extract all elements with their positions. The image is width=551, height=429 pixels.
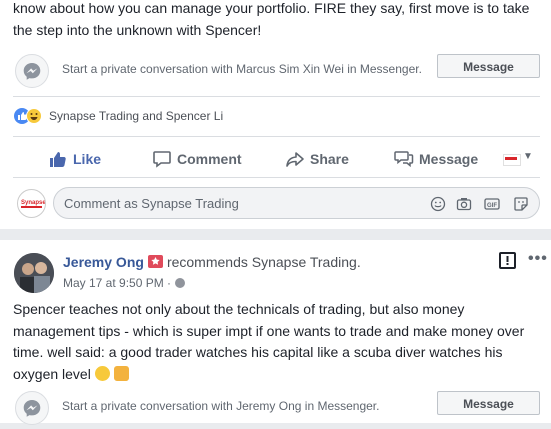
recommendation-badge-icon (147, 255, 163, 268)
messenger-prompt-row: Start a private conversation with Marcus… (13, 53, 540, 88)
gif-icon[interactable]: GIF (484, 196, 500, 212)
post-date: May 17 at 9:50 PM · (63, 276, 186, 290)
scuba-face-emoji-icon (94, 365, 110, 381)
message-button[interactable]: Message (437, 54, 540, 78)
author-name[interactable]: Jeremy Ong (63, 254, 144, 270)
message-button[interactable]: Message (437, 391, 540, 415)
emoji-icon[interactable] (430, 196, 446, 212)
message-bubble-icon (394, 151, 414, 168)
comment-input[interactable]: Comment as Synapse Trading GIF (53, 187, 540, 219)
share-icon (286, 152, 304, 167)
author-avatar[interactable] (14, 253, 54, 293)
recommend-text[interactable]: recommends Synapse Trading. (167, 254, 361, 270)
page-avatar-tiny (503, 154, 521, 166)
like-label: Like (73, 151, 102, 167)
svg-text:GIF: GIF (487, 203, 497, 209)
page-avatar: Synapse (17, 189, 46, 218)
share-label: Share (310, 151, 349, 167)
comment-icon (153, 151, 171, 168)
divider (13, 96, 540, 97)
post-text-line: the step into the unknown with Spencer! (13, 21, 262, 38)
sticker-icon[interactable] (513, 196, 529, 212)
post-as-selector[interactable]: ▼ (503, 151, 535, 171)
reaction-names[interactable]: Synapse Trading and Spencer Li (49, 109, 223, 123)
divider (13, 177, 540, 178)
messenger-prompt-text: Start a private conversation with Jeremy… (62, 399, 380, 413)
post-body-text: know about how you can manage your portf… (13, 0, 543, 41)
post-timestamp[interactable]: May 17 at 9:50 PM · (63, 276, 171, 290)
post-text: Spencer teaches not only about the techn… (13, 301, 525, 382)
post-body-text: Spencer teaches not only about the techn… (13, 299, 533, 385)
comment-placeholder: Comment as Synapse Trading (64, 196, 239, 211)
messenger-prompt-row: Start a private conversation with Jeremy… (13, 390, 540, 425)
post-header: Jeremy Ong recommends Synapse Trading. (63, 254, 361, 270)
post-text-line: know about how you can manage your portf… (13, 0, 530, 16)
messenger-prompt-text: Start a private conversation with Marcus… (62, 62, 422, 76)
thumbs-up-icon (50, 152, 66, 167)
divider (13, 136, 540, 137)
globe-icon (175, 278, 186, 288)
messenger-icon (15, 391, 49, 425)
thumbs-up-emoji-icon (113, 365, 129, 381)
haha-reaction-icon (26, 108, 42, 124)
messenger-icon (15, 54, 49, 88)
svg-text:Synapse: Synapse (21, 200, 45, 206)
camera-icon[interactable] (456, 196, 472, 212)
chevron-down-icon: ▼ (523, 151, 533, 162)
comment-label: Comment (177, 151, 242, 167)
report-icon[interactable] (499, 252, 516, 269)
post-card-1: know about how you can manage your portf… (0, 0, 551, 229)
more-options-icon[interactable]: ••• (528, 250, 548, 268)
message-label: Message (419, 151, 479, 167)
